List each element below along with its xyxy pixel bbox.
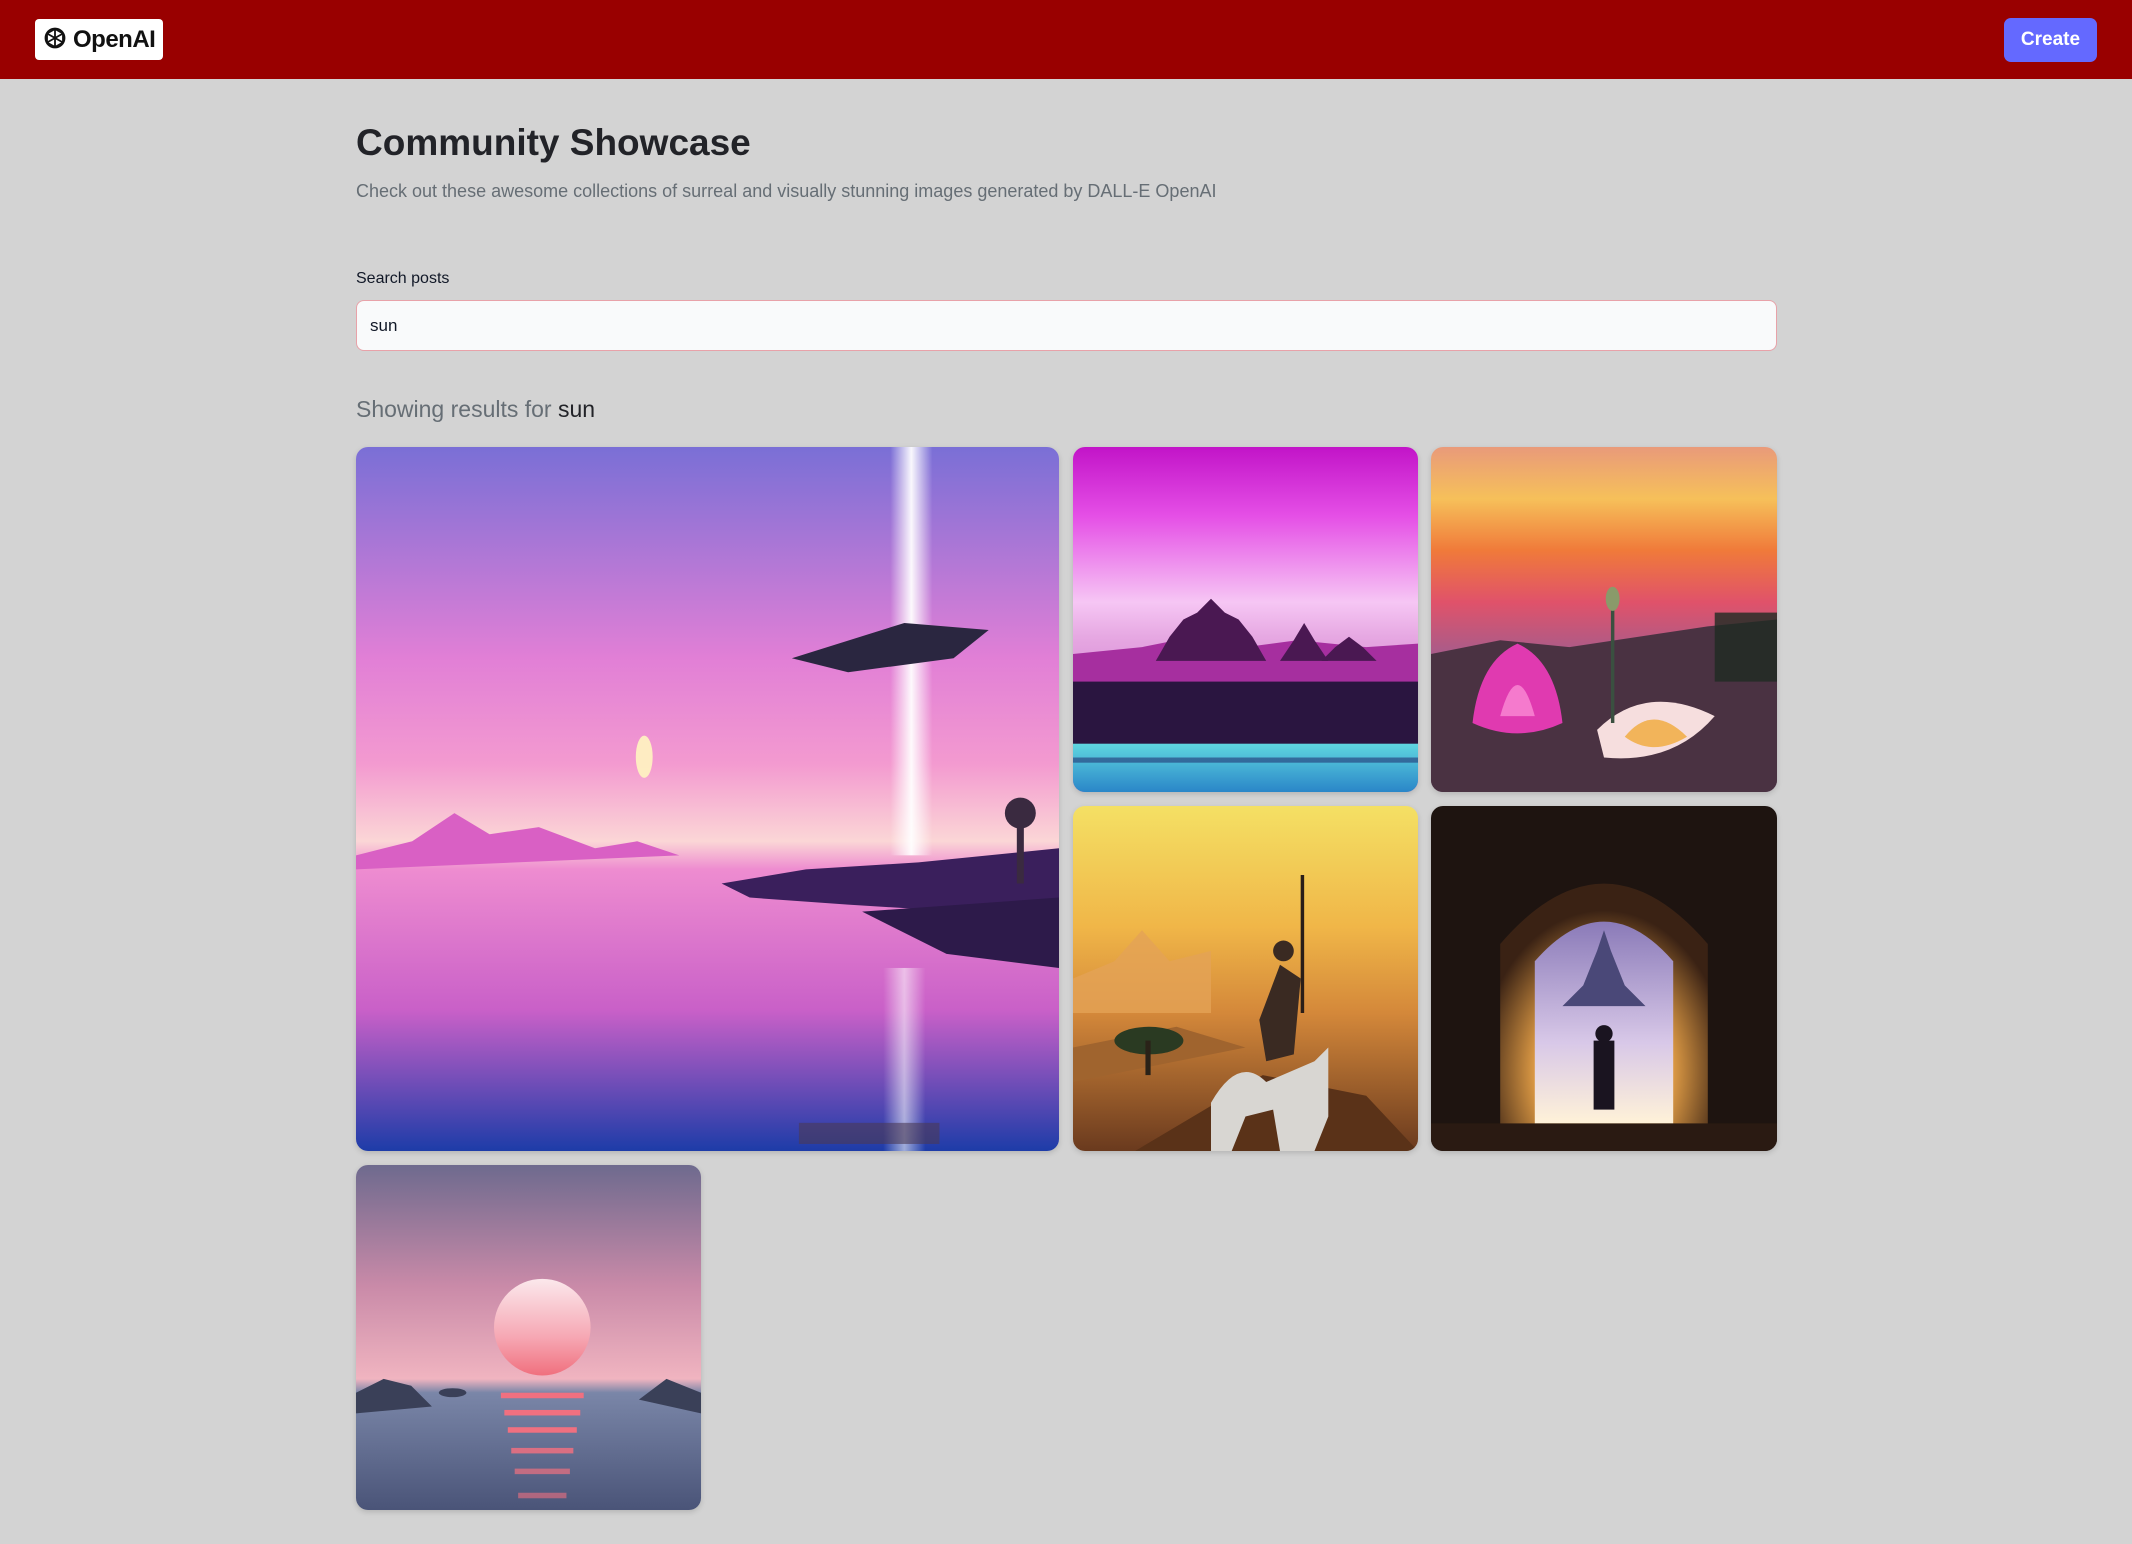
search-label: Search posts — [356, 270, 450, 287]
search-input[interactable] — [356, 300, 1777, 351]
create-button[interactable]: Create — [2004, 17, 2097, 62]
spaceship-sunset-image — [356, 447, 1059, 1151]
lotus-sunset-image — [1431, 447, 1777, 792]
desert-rider-image — [1073, 806, 1418, 1151]
results-grid — [356, 447, 1777, 1511]
results-query: sun — [557, 396, 596, 422]
openai-logo[interactable]: OpenAI — [35, 19, 164, 60]
page-title: Community Showcase — [356, 122, 751, 163]
pagoda-lake-image — [1073, 447, 1418, 792]
image-card[interactable] — [1431, 447, 1777, 792]
image-card[interactable] — [1073, 447, 1418, 792]
page-subtitle: Check out these awesome collections of s… — [356, 181, 1217, 201]
main-content: Community Showcase Check out these aweso… — [356, 79, 1777, 423]
image-card[interactable] — [356, 1165, 701, 1510]
logo-text: OpenAI — [73, 25, 156, 53]
image-card[interactable] — [356, 447, 1059, 1151]
results-prefix: Showing results for — [356, 396, 558, 422]
sunset-sea-image — [356, 1165, 701, 1510]
image-card[interactable] — [1431, 806, 1777, 1151]
temple-arch-image — [1431, 806, 1777, 1151]
results-heading: Showing results for sun — [356, 395, 1777, 423]
navbar: OpenAI Create — [0, 0, 2132, 79]
image-card[interactable] — [1073, 806, 1418, 1151]
openai-knot-icon — [44, 27, 66, 48]
